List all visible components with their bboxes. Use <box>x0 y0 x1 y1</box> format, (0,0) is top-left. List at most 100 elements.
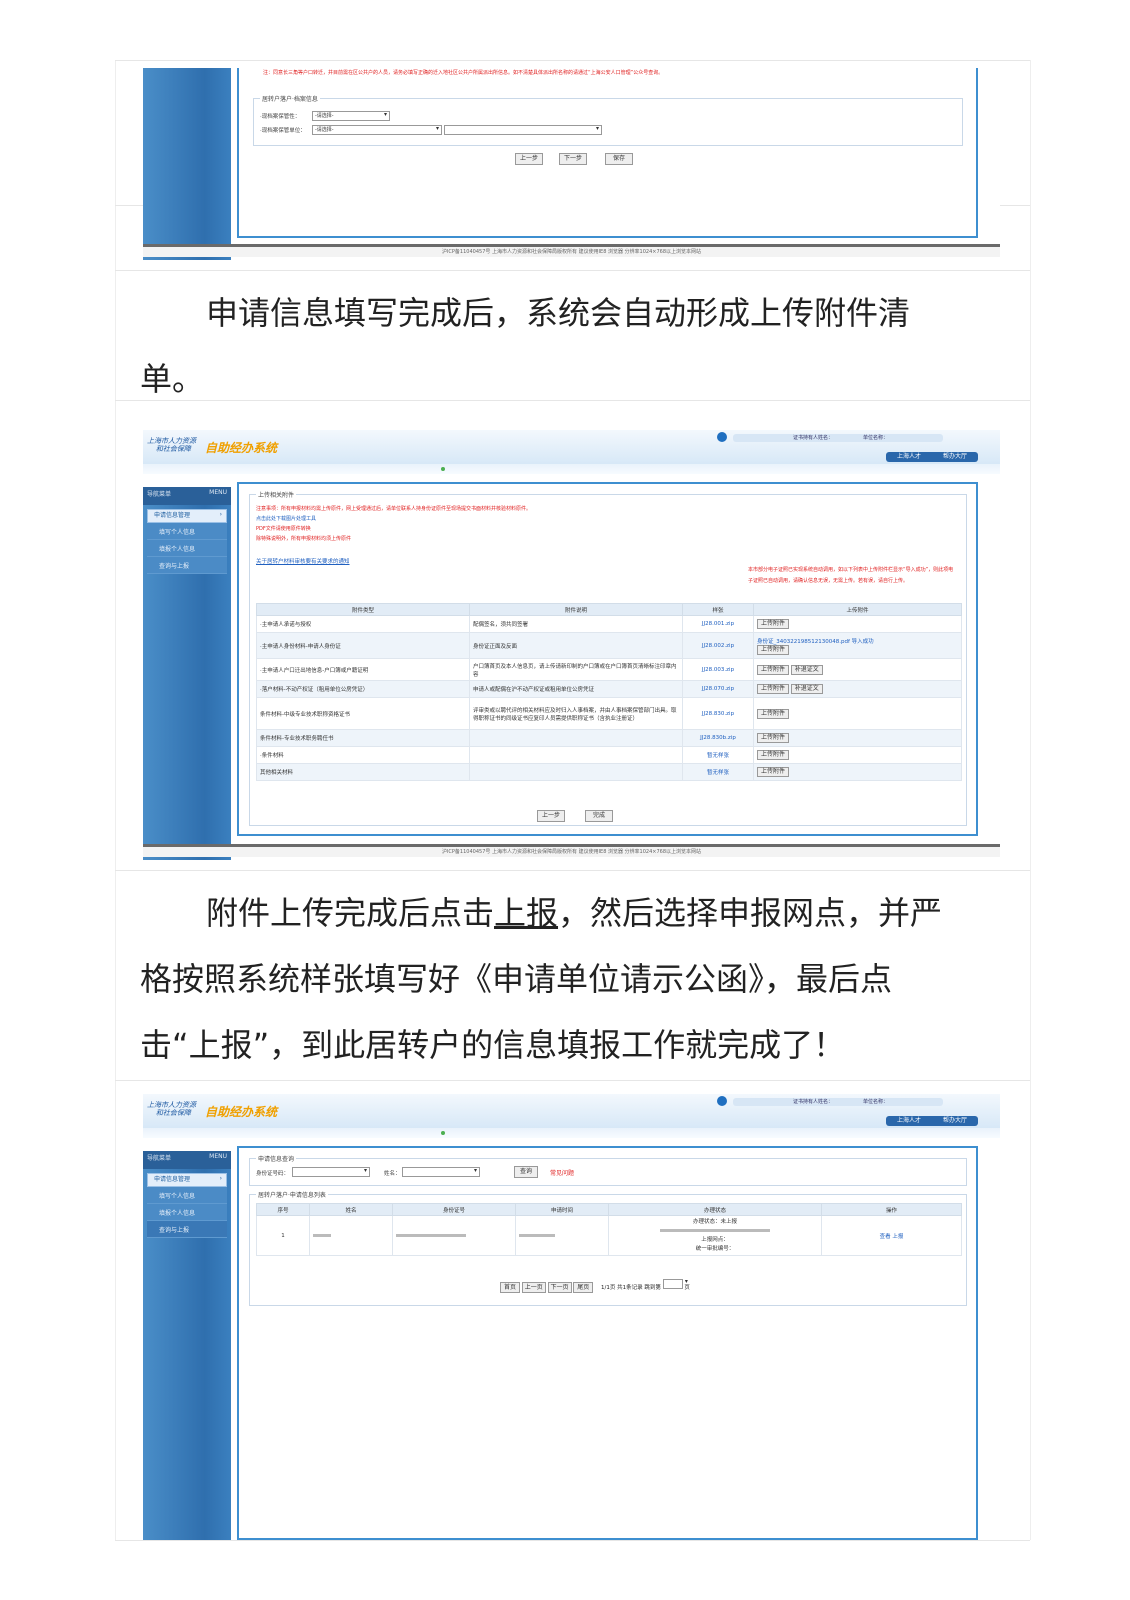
footer: 沪ICP备11040457号 上海市人力资源和社会保障局版权所有 建议使用IE8… <box>143 244 1000 257</box>
finish-button[interactable]: 完成 <box>585 810 613 822</box>
row-index: 1 <box>256 1215 310 1256</box>
sample-link: 暂无样张 <box>682 746 754 764</box>
paragraph-2: 附件上传完成后点击上报，然后选择申报网点，并严 格按照系统样张填写好《申请单位请… <box>140 880 942 1078</box>
upload-button[interactable]: 上传附件 <box>757 619 790 629</box>
col-index: 序号 <box>256 1203 310 1216</box>
extra-button[interactable]: 补退证文 <box>790 684 823 694</box>
table-row: ·落户材料-不动产权证（租用单位公房凭证） 申请人或配偶在沪不动产权证或租用单位… <box>256 680 962 698</box>
fieldset-legend: 上传相关附件 <box>256 490 297 499</box>
screenshot-archive-info: 注：同意长三角等户口转迁，并目前需在区公共户的人员，请务必填写正确的迁入地社区公… <box>143 68 1000 260</box>
row-id <box>392 1215 516 1256</box>
menu-item-report-info[interactable]: 填报个人信息 <box>147 1204 227 1221</box>
nav-talent[interactable]: 上海人才 <box>897 1116 921 1126</box>
sample-link: 暂无样张 <box>682 763 754 781</box>
upload-button[interactable]: 上传附件 <box>757 664 790 675</box>
upload-button[interactable]: 上传附件 <box>757 750 790 760</box>
table-row: 1 办理状态：未上报 上报网点： 统一审批编号： 查看 上报 <box>256 1215 962 1256</box>
pager-prev[interactable]: 上一页 <box>521 1282 546 1293</box>
extra-button[interactable]: 补退证文 <box>790 664 823 675</box>
query-button[interactable]: 查询 <box>514 1166 538 1178</box>
pager-last[interactable]: 尾页 <box>573 1282 594 1293</box>
fieldset-legend: 申请信息查询 <box>256 1154 297 1163</box>
menu-item-fill-info[interactable]: 填写个人信息 <box>147 523 227 540</box>
id-number-label: 身份证号码： <box>256 1171 290 1177</box>
attachment-desc: 身份证正面及反面 <box>469 632 683 659</box>
col-upload: 上传附件 <box>753 603 962 616</box>
row-time <box>515 1215 609 1256</box>
import-status: 身份证_340322198512130048.pdf 导入成功 <box>757 638 874 645</box>
query-panel: 申请信息查询 身份证号码： 姓名： 查询 常见问题 居转户落户·申请信息列表 序… <box>237 1146 978 1540</box>
paragraph-1-line-1: 申请信息填写完成后，系统会自动形成上传附件清 <box>206 294 911 332</box>
save-button[interactable]: 保存 <box>605 153 633 165</box>
menu-item-query-report[interactable]: 查询与上报 <box>147 557 227 574</box>
unit-label: 单位名称： <box>863 435 889 441</box>
paragraph-1-line-2: 单。 <box>140 360 205 398</box>
prev-step-button[interactable]: 上一步 <box>515 153 543 165</box>
upload-button[interactable]: 上传附件 <box>757 767 790 777</box>
screenshot-attachments: 上海市人力资源 和社会保障 自助经办系统 证书持有人姓名： 单位名称： 上海人才… <box>143 430 1000 860</box>
table-row: 条件材料-中级专业技术职称资格证书 评审类或以聘代评的相关材料应及时归入人事档案… <box>256 697 962 730</box>
col-type: 附件类型 <box>256 603 470 616</box>
fieldset-legend: 居转户落户·档案信息 <box>260 94 320 103</box>
col-desc: 附件说明 <box>469 603 683 616</box>
top-nav: 上海人才 帮办大厅 <box>886 452 978 462</box>
archive-unit-input[interactable] <box>444 125 602 135</box>
table-row: 条件材料-专业技术职务聘任书 JJ28.830b.zip 上传附件 <box>256 729 962 747</box>
sample-link[interactable]: JJ28.003.zip <box>682 658 754 681</box>
sample-link[interactable]: JJ28.001.zip <box>682 615 754 633</box>
attachment-desc: 申请人或配偶在沪不动产权证或租用单位公房凭证 <box>469 680 683 698</box>
archive-unit-select[interactable]: -请选择- <box>312 125 442 135</box>
requirements-link[interactable]: 关于居转户材料审核要有关要求的通知 <box>256 557 350 565</box>
form-panel: 注：同意长三角等户口转迁，并目前需在区公共户的人员，请务必填写正确的迁入地社区公… <box>237 68 978 238</box>
nav-service-hall[interactable]: 帮办大厅 <box>943 1116 967 1126</box>
archive-type-select[interactable]: -请选择- <box>312 111 390 121</box>
next-step-button[interactable]: 下一步 <box>559 153 587 165</box>
sample-link[interactable]: JJ28.830.zip <box>682 697 754 730</box>
menu-item-fill-info[interactable]: 填写个人信息 <box>147 1187 227 1204</box>
table-header-row: 附件类型 附件说明 样张 上传附件 <box>256 603 962 616</box>
attachment-desc: 配偶签名，须共同签署 <box>469 615 683 633</box>
pager: 首页 上一页 下一页 尾页 1/1页 共1条记录 跳到第 页 <box>500 1279 690 1293</box>
menu-item-report-info[interactable]: 填报个人信息 <box>147 540 227 557</box>
menu-title: 导航菜单 MENU <box>143 487 231 505</box>
col-ops: 操作 <box>821 1203 962 1216</box>
attachment-table: 附件类型 附件说明 样张 上传附件 ·主申请人承诺与授权 配偶签名，须共同签署 … <box>256 603 962 781</box>
upload-button[interactable]: 上传附件 <box>757 644 790 655</box>
prev-step-button[interactable]: 上一步 <box>537 810 565 822</box>
system-name: 自助经办系统 <box>205 1105 278 1119</box>
sidebar: 导航菜单 MENU 申请信息管理 填写个人信息 填报个人信息 查询与上报 <box>143 1151 231 1540</box>
screenshot-query-report: 上海市人力资源 和社会保障 自助经办系统 证书持有人姓名： 单位名称： 上海人才… <box>143 1094 1000 1540</box>
pager-next[interactable]: 下一页 <box>547 1282 572 1293</box>
download-tool-link[interactable]: 点击此处下载图片处理工具 <box>256 515 316 522</box>
attachment-type: 其他相关材料 <box>256 763 470 781</box>
sample-link[interactable]: JJ28.002.zip <box>682 632 754 659</box>
upload-button[interactable]: 上传附件 <box>757 684 790 694</box>
row-name <box>309 1215 393 1256</box>
pager-jump-input[interactable] <box>662 1279 683 1289</box>
attachment-desc: 户口簿首页及本人信息页，请上传请新印制的户口簿或在户口簿首页清晰标注印章内容 <box>469 658 683 681</box>
nav-service-hall[interactable]: 帮办大厅 <box>943 452 967 462</box>
application-list-table: 序号 姓名 身份证号 申请时间 办理状态 操作 1 办理状态：未上报 上报网点：… <box>256 1203 962 1256</box>
row-actions[interactable]: 查看 上报 <box>821 1215 962 1256</box>
query-fieldset: 申请信息查询 身份证号码： 姓名： 查询 常见问题 <box>249 1154 967 1186</box>
name-input[interactable] <box>402 1167 480 1177</box>
faq-link[interactable]: 常见问题 <box>550 1168 574 1177</box>
id-number-input[interactable] <box>292 1167 370 1177</box>
pager-first[interactable]: 首页 <box>500 1282 520 1293</box>
col-name: 姓名 <box>309 1203 393 1216</box>
approval-number: 统一审批编号： <box>695 1245 735 1252</box>
nav-talent[interactable]: 上海人才 <box>897 452 921 462</box>
upload-button[interactable]: 上传附件 <box>757 708 790 719</box>
upload-button[interactable]: 上传附件 <box>757 733 790 743</box>
status-redacted <box>612 1227 818 1236</box>
status-dot-icon <box>441 1131 445 1135</box>
menu-item-application[interactable]: 申请信息管理 <box>147 1173 227 1187</box>
archive-unit-label: ·现档案保管单位： <box>260 128 306 134</box>
user-icon <box>717 1096 727 1106</box>
fieldset-legend: 居转户落户·申请信息列表 <box>256 1190 328 1199</box>
menu-item-query-report[interactable]: 查询与上报 <box>147 1221 227 1238</box>
attachment-type: ·主申请人身份材料-申请人身份证 <box>256 632 470 659</box>
sample-link[interactable]: JJ28.830b.zip <box>682 729 754 747</box>
sample-link[interactable]: JJ28.070.zip <box>682 680 754 698</box>
menu-item-application[interactable]: 申请信息管理 <box>147 509 227 523</box>
